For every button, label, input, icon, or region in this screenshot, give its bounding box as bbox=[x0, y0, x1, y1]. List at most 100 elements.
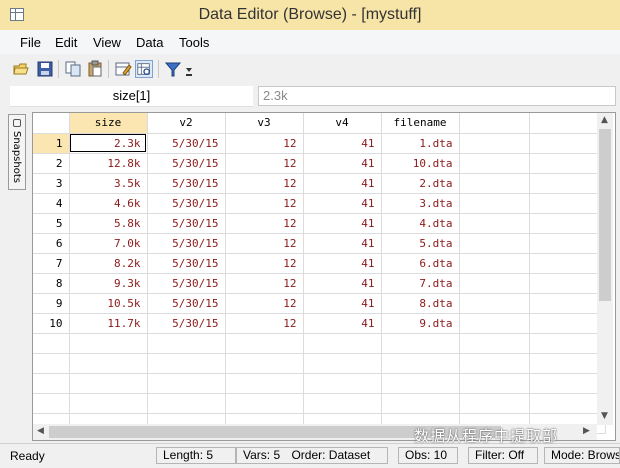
variable-name-box[interactable]: size[1] bbox=[10, 86, 253, 107]
empty-cell[interactable] bbox=[459, 373, 530, 394]
empty-cell[interactable] bbox=[303, 333, 382, 354]
empty-cell[interactable] bbox=[529, 353, 606, 374]
cell-v2[interactable]: 5/30/15 bbox=[147, 293, 226, 314]
cell-v3[interactable]: 12 bbox=[225, 313, 304, 334]
row-number[interactable]: 7 bbox=[33, 253, 70, 274]
cell-v4[interactable]: 41 bbox=[303, 253, 382, 274]
cell-v2[interactable]: 5/30/15 bbox=[147, 313, 226, 334]
menu-file[interactable]: File bbox=[20, 35, 41, 50]
empty-cell[interactable] bbox=[459, 313, 530, 334]
cell-v4[interactable]: 41 bbox=[303, 293, 382, 314]
empty-cell[interactable] bbox=[147, 393, 226, 414]
row-number[interactable] bbox=[33, 393, 70, 414]
edit-mode-icon[interactable] bbox=[114, 60, 132, 78]
cell-v4[interactable]: 41 bbox=[303, 233, 382, 254]
empty-cell[interactable] bbox=[529, 313, 606, 334]
more-icon[interactable] bbox=[185, 64, 193, 78]
empty-cell[interactable] bbox=[381, 333, 460, 354]
cell-size[interactable]: 7.0k bbox=[69, 233, 148, 254]
scroll-up-icon[interactable]: ▲ bbox=[601, 115, 608, 125]
empty-cell[interactable] bbox=[303, 373, 382, 394]
cell-v3[interactable]: 12 bbox=[225, 153, 304, 174]
empty-cell[interactable] bbox=[529, 253, 606, 274]
menu-view[interactable]: View bbox=[93, 35, 121, 50]
cell-v2[interactable]: 5/30/15 bbox=[147, 213, 226, 234]
cell-v3[interactable]: 12 bbox=[225, 233, 304, 254]
scroll-left-icon[interactable]: ◀ bbox=[37, 426, 44, 436]
cell-value-input[interactable]: 2.3k bbox=[258, 86, 616, 106]
row-number[interactable] bbox=[33, 333, 70, 354]
cell-v2[interactable]: 5/30/15 bbox=[147, 153, 226, 174]
column-header-v4[interactable]: v4 bbox=[303, 113, 382, 134]
cell-v2[interactable]: 5/30/15 bbox=[147, 233, 226, 254]
vertical-scroll-thumb[interactable] bbox=[599, 129, 611, 301]
row-number[interactable]: 9 bbox=[33, 293, 70, 314]
cell-v2[interactable]: 5/30/15 bbox=[147, 253, 226, 274]
save-icon[interactable] bbox=[36, 60, 54, 78]
empty-cell[interactable] bbox=[69, 353, 148, 374]
cell-v3[interactable]: 12 bbox=[225, 193, 304, 214]
empty-cell[interactable] bbox=[529, 153, 606, 174]
row-number[interactable]: 2 bbox=[33, 153, 70, 174]
cell-filename[interactable]: 6.dta bbox=[381, 253, 460, 274]
row-number[interactable]: 6 bbox=[33, 233, 70, 254]
empty-cell[interactable] bbox=[529, 273, 606, 294]
cell-v3[interactable]: 12 bbox=[225, 273, 304, 294]
cell-v3[interactable]: 12 bbox=[225, 173, 304, 194]
browse-mode-icon[interactable] bbox=[135, 60, 153, 78]
empty-cell[interactable] bbox=[225, 353, 304, 374]
empty-cell[interactable] bbox=[529, 193, 606, 214]
cell-size[interactable]: 4.6k bbox=[69, 193, 148, 214]
column-header-filename[interactable]: filename bbox=[381, 113, 460, 134]
row-number[interactable] bbox=[33, 373, 70, 394]
cell-v3[interactable]: 12 bbox=[225, 253, 304, 274]
cell-v4[interactable]: 41 bbox=[303, 273, 382, 294]
empty-cell[interactable] bbox=[459, 193, 530, 214]
empty-cell[interactable] bbox=[459, 233, 530, 254]
empty-cell[interactable] bbox=[225, 333, 304, 354]
menu-data[interactable]: Data bbox=[136, 35, 163, 50]
column-header-v2[interactable]: v2 bbox=[147, 113, 226, 134]
empty-cell[interactable] bbox=[225, 373, 304, 394]
column-header-size[interactable]: size bbox=[69, 113, 148, 134]
cell-v2[interactable]: 5/30/15 bbox=[147, 273, 226, 294]
empty-cell[interactable] bbox=[529, 333, 606, 354]
cell-filename[interactable]: 10.dta bbox=[381, 153, 460, 174]
empty-cell[interactable] bbox=[529, 233, 606, 254]
scroll-down-icon[interactable]: ▼ bbox=[601, 411, 608, 421]
empty-cell[interactable] bbox=[529, 133, 606, 154]
copy-icon[interactable] bbox=[64, 60, 82, 78]
cell-size[interactable]: 3.5k bbox=[69, 173, 148, 194]
cell-filename[interactable]: 4.dta bbox=[381, 213, 460, 234]
cell-v3[interactable]: 12 bbox=[225, 293, 304, 314]
cell-v2[interactable]: 5/30/15 bbox=[147, 133, 226, 154]
empty-cell[interactable] bbox=[459, 393, 530, 414]
empty-cell[interactable] bbox=[381, 353, 460, 374]
data-grid[interactable]: size v2 v3 v4 filename 1 2.3k 5/30/15 12 41 1… bbox=[32, 112, 616, 441]
row-number[interactable]: 3 bbox=[33, 173, 70, 194]
row-number[interactable]: 1 bbox=[33, 133, 70, 154]
cell-filename[interactable]: 1.dta bbox=[381, 133, 460, 154]
empty-cell[interactable] bbox=[459, 333, 530, 354]
cell-filename[interactable]: 8.dta bbox=[381, 293, 460, 314]
row-number[interactable]: 8 bbox=[33, 273, 70, 294]
cell-size[interactable]: 11.7k bbox=[69, 313, 148, 334]
empty-cell[interactable] bbox=[529, 293, 606, 314]
empty-cell[interactable] bbox=[69, 373, 148, 394]
cell-v4[interactable]: 41 bbox=[303, 193, 382, 214]
cell-filename[interactable]: 2.dta bbox=[381, 173, 460, 194]
cell-v4[interactable]: 41 bbox=[303, 313, 382, 334]
row-number[interactable] bbox=[33, 353, 70, 374]
empty-cell[interactable] bbox=[147, 353, 226, 374]
empty-cell[interactable] bbox=[459, 213, 530, 234]
empty-cell[interactable] bbox=[459, 353, 530, 374]
empty-cell[interactable] bbox=[303, 353, 382, 374]
row-number[interactable]: 4 bbox=[33, 193, 70, 214]
cell-filename[interactable]: 3.dta bbox=[381, 193, 460, 214]
menu-tools[interactable]: Tools bbox=[179, 35, 209, 50]
empty-cell[interactable] bbox=[147, 333, 226, 354]
empty-cell[interactable] bbox=[459, 253, 530, 274]
paste-icon[interactable] bbox=[86, 60, 104, 78]
empty-cell[interactable] bbox=[529, 393, 606, 414]
cell-size[interactable]: 2.3k bbox=[69, 133, 148, 154]
